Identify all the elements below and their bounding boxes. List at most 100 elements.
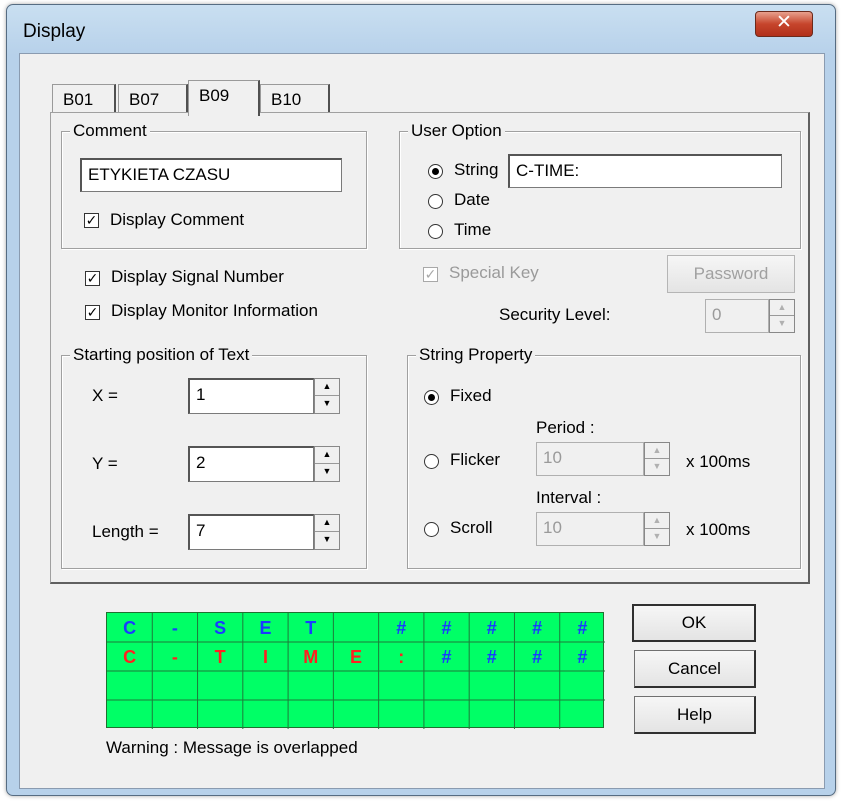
x-input[interactable]: 1 [188,378,314,414]
time-radio[interactable] [428,224,443,239]
spin-down-icon[interactable]: ▼ [645,459,669,475]
lcd-char: C [123,618,137,638]
length-input[interactable]: 7 [188,514,314,550]
lcd-char: : [398,647,405,667]
spin-up-icon[interactable]: ▲ [315,447,339,464]
comment-input[interactable]: ETYKIETA CZASU [80,158,342,192]
lcd-preview: C - S E T # # # # # C - T I M E: # # # # [106,612,605,729]
starting-position-group: Starting position of Text X = 1 ▲ ▼ Y = … [61,345,367,569]
string-radio[interactable] [428,164,443,179]
dialog-window: Display ✕ B01 B07 B09 B10 Comment ETYKIE… [6,4,836,796]
flicker-radio[interactable] [424,454,439,469]
security-level-label: Security Level: [499,305,611,324]
interval-input[interactable]: 10 [536,512,644,546]
user-option-group-title: User Option [408,121,505,141]
lcd-char: T [214,647,226,667]
y-input[interactable]: 2 [188,446,314,482]
flicker-radio-label: Flicker [450,450,501,469]
special-key-checkbox[interactable]: ✓ [423,267,438,282]
display-signal-number-checkbox[interactable]: ✓ [85,271,100,286]
string-radio-label: String [454,160,499,179]
comment-group-title: Comment [70,121,150,141]
lcd-char: S [214,618,227,638]
lcd-char: # [486,647,497,667]
display-comment-label: Display Comment [110,210,245,229]
password-button[interactable]: Password [667,255,795,293]
lcd-char: # [441,618,452,638]
length-spinner[interactable]: ▲ ▼ [314,514,340,550]
title-bar[interactable]: Display ✕ [7,5,835,55]
tab-label: B07 [129,90,160,109]
comment-group: Comment ETYKIETA CZASU ✓ Display Comment [61,121,367,249]
interval-unit-label: x 100ms [686,520,751,539]
lcd-char: # [577,618,588,638]
spin-down-icon[interactable]: ▼ [645,529,669,545]
spin-up-icon[interactable]: ▲ [645,513,669,529]
spin-down-icon[interactable]: ▼ [315,396,339,413]
string-property-group-title: String Property [416,345,536,365]
spin-down-icon[interactable]: ▼ [770,316,794,332]
scroll-radio[interactable] [424,522,439,537]
security-level-spinner[interactable]: ▲ ▼ [769,299,795,333]
lcd-char: - [171,618,178,638]
date-radio-label: Date [454,190,490,209]
y-label: Y = [92,454,118,473]
scroll-radio-label: Scroll [450,518,493,537]
spin-down-icon[interactable]: ▼ [315,464,339,481]
lcd-char: I [262,647,268,667]
help-button[interactable]: Help [634,696,756,734]
window-title: Display [23,21,86,42]
lcd-char: # [532,618,543,638]
lcd-char: M [303,647,319,667]
x-spinner[interactable]: ▲ ▼ [314,378,340,414]
spin-up-icon[interactable]: ▲ [645,443,669,459]
lcd-char: # [486,618,497,638]
period-label: Period : [536,418,595,437]
user-option-group: User Option String Date Time C-TIME: [399,121,801,249]
special-key-label: Special Key [449,263,539,282]
lcd-char: T [305,618,317,638]
tab-label: B09 [199,86,230,105]
lcd-char: # [532,647,543,667]
lcd-char: # [577,647,588,667]
display-comment-checkbox[interactable]: ✓ [84,213,99,228]
spin-down-icon[interactable]: ▼ [315,532,339,549]
lcd-char: C [123,647,137,667]
fixed-radio-label: Fixed [450,386,492,405]
tab-label: B10 [271,90,302,109]
interval-label: Interval : [536,488,602,507]
lcd-char: # [441,647,452,667]
tab-label: B01 [63,90,94,109]
date-radio[interactable] [428,194,443,209]
period-unit-label: x 100ms [686,452,751,471]
spin-up-icon[interactable]: ▲ [315,515,339,532]
starting-position-group-title: Starting position of Text [70,345,253,365]
display-monitor-info-checkbox[interactable]: ✓ [85,305,100,320]
interval-spinner[interactable]: ▲ ▼ [644,512,670,546]
display-monitor-info-label: Display Monitor Information [111,301,318,320]
lcd-char: - [171,647,178,667]
security-level-input[interactable]: 0 [705,299,769,333]
spin-up-icon[interactable]: ▲ [770,300,794,316]
tab-panel: Comment ETYKIETA CZASU ✓ Display Comment… [50,112,810,584]
ok-button[interactable]: OK [632,604,756,642]
fixed-radio[interactable] [424,390,439,405]
warning-text: Warning : Message is overlapped [106,738,358,757]
lcd-char: E [349,647,362,667]
user-string-input[interactable]: C-TIME: [508,154,782,188]
display-signal-number-label: Display Signal Number [111,267,284,286]
period-input[interactable]: 10 [536,442,644,476]
string-property-group: String Property Fixed Period : Flicker 1… [407,345,801,569]
lcd-char: E [259,618,272,638]
cancel-button[interactable]: Cancel [634,650,756,688]
close-icon: ✕ [776,12,792,33]
length-label: Length = [92,522,159,541]
lcd-char: # [396,618,407,638]
spin-up-icon[interactable]: ▲ [315,379,339,396]
close-button[interactable]: ✕ [755,11,813,37]
period-spinner[interactable]: ▲ ▼ [644,442,670,476]
y-spinner[interactable]: ▲ ▼ [314,446,340,482]
time-radio-label: Time [454,220,492,239]
tab-b09[interactable]: B09 [188,80,260,116]
dialog-client: B01 B07 B09 B10 Comment ETYKIETA CZASU ✓… [19,53,825,789]
